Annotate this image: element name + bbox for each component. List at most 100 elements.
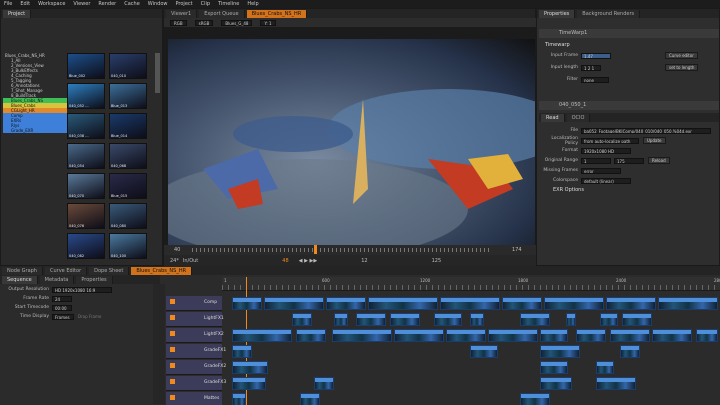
track-header[interactable]: GradeFX2 xyxy=(166,360,226,375)
frame-rate-dropdown[interactable]: 24 xyxy=(52,295,72,302)
track-header[interactable]: LightFX1 xyxy=(166,312,224,327)
tab-read[interactable]: Read xyxy=(541,113,565,122)
tab-node-graph[interactable]: Node Graph xyxy=(2,266,43,275)
set-to-length-button[interactable]: set to length xyxy=(665,64,699,71)
timeline-clip[interactable] xyxy=(540,361,568,374)
curve-editor-button[interactable]: Curve editor xyxy=(665,52,698,59)
menu-item-viewer[interactable]: Viewer xyxy=(73,1,90,7)
exr-options-label[interactable]: EXR Options xyxy=(553,187,584,193)
timeline-clip[interactable] xyxy=(394,329,444,342)
clip-thumbnail[interactable]: 040_080 xyxy=(109,203,147,229)
in-out-dropdown[interactable]: In/Out xyxy=(183,258,198,264)
timeline-clip[interactable] xyxy=(610,329,650,342)
tree-item[interactable]: Grade_EXR xyxy=(3,128,67,133)
timeline-clip[interactable] xyxy=(232,377,266,390)
play-button[interactable]: ◀ ▶ ▶▶ xyxy=(299,258,318,264)
file-path-field[interactable]: ba052_Footage/BKIComp/040_010/040_050.%0… xyxy=(581,127,711,134)
tab-viewer1[interactable]: Viewer1 xyxy=(166,9,198,18)
timeline-clip[interactable] xyxy=(440,297,500,310)
track-header[interactable]: LightFX2 xyxy=(166,328,224,343)
localization-dropdown[interactable]: from auto-localize path xyxy=(581,137,639,144)
menu-item-clip[interactable]: Clip xyxy=(201,1,210,7)
drop-frame-checkbox[interactable]: Drop Frame xyxy=(78,314,101,319)
timeline-clip[interactable] xyxy=(658,297,718,310)
clip-thumbnail[interactable]: 040_052 ... xyxy=(67,83,105,109)
track-visibility-icon[interactable] xyxy=(170,347,175,352)
track-visibility-icon[interactable] xyxy=(170,379,175,384)
clip-thumbnail[interactable]: 040_010 xyxy=(109,53,147,79)
tab-seq-properties[interactable]: Properties xyxy=(76,275,113,284)
timeline-clip[interactable] xyxy=(232,361,268,374)
timeline-clip[interactable] xyxy=(314,377,334,390)
menu-item-window[interactable]: Window xyxy=(148,1,168,7)
timeline-clip[interactable] xyxy=(600,313,618,326)
menu-item-cache[interactable]: Cache xyxy=(124,1,140,7)
tab-properties[interactable]: Properties xyxy=(539,9,576,18)
track-visibility-icon[interactable] xyxy=(170,363,175,368)
timeline-clip[interactable] xyxy=(232,329,292,342)
timeline-clip[interactable] xyxy=(606,297,656,310)
read-node-header[interactable]: 040_050_1 xyxy=(539,101,719,110)
output-resolution-dropdown[interactable]: HD 1920x1080 16:9 xyxy=(52,286,112,293)
timeline-clip[interactable] xyxy=(652,329,692,342)
track-visibility-icon[interactable] xyxy=(170,331,175,336)
tab-export-queue[interactable]: Export Queue xyxy=(199,9,245,18)
menu-item-help[interactable]: Help xyxy=(247,1,258,7)
scrollbar[interactable] xyxy=(155,53,160,93)
menu-item-timeline[interactable]: Timeline xyxy=(218,1,239,7)
timeline-clip[interactable] xyxy=(470,313,484,326)
tab-curve-editor[interactable]: Curve Editor xyxy=(44,266,88,275)
menu-item-edit[interactable]: Edit xyxy=(20,1,30,7)
clip-thumbnail[interactable]: Blue_013 xyxy=(109,83,147,109)
timeline-clip[interactable] xyxy=(596,377,636,390)
tab-ocio[interactable]: OCIO xyxy=(566,113,591,122)
tab-timeline[interactable]: Blues_Crabs_NS_HR xyxy=(131,266,193,275)
timeline-clip[interactable] xyxy=(264,297,324,310)
timeline-clip[interactable] xyxy=(390,313,420,326)
timeline-clip[interactable] xyxy=(332,329,392,342)
timeline-clip[interactable] xyxy=(540,329,568,342)
timeline-clip[interactable] xyxy=(232,345,252,358)
format-dropdown[interactable]: 1920x1080 HD xyxy=(581,147,631,154)
range-start-field[interactable]: 1 xyxy=(581,157,611,164)
update-button[interactable]: Update xyxy=(643,137,666,144)
timeline-clip[interactable] xyxy=(488,329,538,342)
track-header[interactable]: GradeFX3 xyxy=(166,376,226,391)
tab-metadata[interactable]: Metadata xyxy=(39,275,75,284)
clip-thumbnail[interactable]: 040_070 xyxy=(67,173,105,199)
tab-sequence-settings[interactable]: Sequence xyxy=(2,275,38,284)
timeline-clip[interactable] xyxy=(520,393,550,405)
time-display-dropdown[interactable]: Frames xyxy=(52,313,74,320)
menu-item-file[interactable]: File xyxy=(4,1,12,7)
tab-sequence[interactable]: Blues_Crabs_NS_HR xyxy=(246,9,308,18)
timeline-clip[interactable] xyxy=(232,393,246,405)
clip-thumbnail[interactable]: Blue_014 xyxy=(109,113,147,139)
track-visibility-icon[interactable] xyxy=(170,299,175,304)
viewer-toolbar-dropdown[interactable]: sRGB xyxy=(194,19,214,26)
timeline-ruler[interactable]: 1 600 1200 1800 2400 2800 xyxy=(222,277,720,291)
track-header[interactable]: GradeFX1 xyxy=(166,344,226,359)
playhead[interactable] xyxy=(314,245,317,254)
timeline-clip[interactable] xyxy=(696,329,718,342)
timeline-clip[interactable] xyxy=(622,313,652,326)
viewer-toolbar-dropdown[interactable]: RGB xyxy=(170,19,187,26)
timeline-clip[interactable] xyxy=(296,329,326,342)
clip-thumbnail[interactable]: 040_068 xyxy=(109,143,147,169)
track-header[interactable]: Comp xyxy=(166,296,222,311)
timeline-clip[interactable] xyxy=(620,345,640,358)
input-length-field[interactable]: 1 2 1 xyxy=(581,64,601,71)
fps-field[interactable]: 24* xyxy=(170,258,179,264)
timeline-clip[interactable] xyxy=(326,297,366,310)
frame-counter[interactable]: 48 xyxy=(282,258,288,264)
clip-thumbnail[interactable]: 040_076 xyxy=(67,203,105,229)
menu-item-render[interactable]: Render xyxy=(98,1,116,7)
menu-item-workspace[interactable]: Workspace xyxy=(38,1,65,7)
clip-thumbnail[interactable]: Blue_002 xyxy=(67,53,105,79)
viewer-toolbar-dropdown[interactable]: Y: 1 xyxy=(260,19,276,26)
timeline-clip[interactable] xyxy=(356,313,386,326)
timeline-clip[interactable] xyxy=(540,377,572,390)
missing-frames-dropdown[interactable]: error xyxy=(581,167,621,174)
menu-item-project[interactable]: Project xyxy=(176,1,193,7)
viewer-toolbar-dropdown[interactable]: Blues_G_48 xyxy=(221,19,253,26)
timeline-clip[interactable] xyxy=(520,313,550,326)
